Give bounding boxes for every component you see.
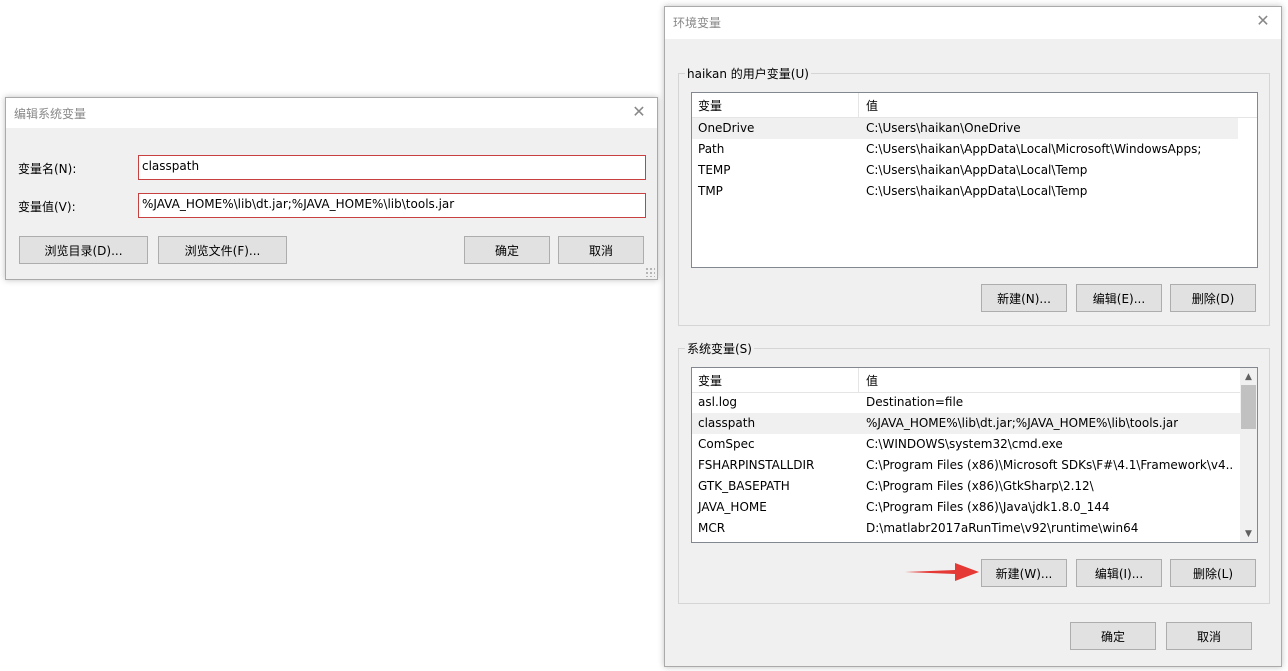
- column-separator: [858, 368, 859, 392]
- edit-variable-dialog: 编辑系统变量 ✕ 变量名(N): classpath 变量值(V): %JAVA…: [5, 97, 658, 280]
- variable-name: JAVA_HOME: [698, 500, 767, 514]
- variable-value: C:\Program Files (x86)\GtkSharp\2.12\: [866, 479, 1094, 493]
- variable-value: C:\Users\haikan\OneDrive: [866, 121, 1021, 135]
- table-row[interactable]: ComSpec C:\WINDOWS\system32\cmd.exe: [692, 434, 1240, 455]
- browse-directory-button[interactable]: 浏览目录(D)...: [19, 236, 148, 264]
- column-header-variable[interactable]: 变量: [698, 372, 722, 389]
- column-header-value[interactable]: 值: [866, 97, 878, 114]
- env-dialog-title: 环境变量: [673, 16, 722, 30]
- user-variables-list[interactable]: 变量 值 OneDrive C:\Users\haikan\OneDrive P…: [691, 92, 1258, 268]
- variable-name: OneDrive: [698, 121, 755, 135]
- close-icon[interactable]: ✕: [629, 101, 649, 121]
- system-variables-group-title: 系统变量(S): [685, 340, 754, 357]
- env-dialog-titlebar: 环境变量 ✕: [665, 7, 1281, 39]
- system-variables-list[interactable]: 变量 值 asl.log Destination=file classpath …: [691, 367, 1258, 543]
- table-row[interactable]: MCR D:\matlabr2017aRunTime\v92\runtime\w…: [692, 518, 1240, 539]
- variable-name: GTK_BASEPATH: [698, 479, 790, 493]
- scroll-up-icon[interactable]: ▲: [1240, 368, 1257, 385]
- variable-value: C:\Users\haikan\AppData\Local\Temp: [866, 163, 1088, 177]
- variable-name: FSHARPINSTALLDIR: [698, 458, 815, 472]
- table-row[interactable]: GTK_BASEPATH C:\Program Files (x86)\GtkS…: [692, 476, 1240, 497]
- scrollbar-thumb[interactable]: [1241, 385, 1256, 429]
- user-new-button[interactable]: 新建(N)...: [981, 284, 1067, 312]
- variable-name: asl.log: [698, 395, 738, 409]
- variable-name: MCR: [698, 521, 726, 535]
- edit-dialog-title: 编辑系统变量: [14, 107, 87, 121]
- arrow-icon: [905, 563, 979, 581]
- env-dialog-ok-button[interactable]: 确定: [1070, 622, 1156, 650]
- column-header-value[interactable]: 值: [866, 372, 878, 389]
- variable-name: TMP: [698, 184, 723, 198]
- variable-name-input[interactable]: classpath: [138, 155, 646, 180]
- edit-dialog-cancel-button[interactable]: 取消: [558, 236, 644, 264]
- resize-grip-icon[interactable]: [645, 267, 655, 277]
- column-header-variable[interactable]: 变量: [698, 97, 722, 114]
- environment-variables-dialog: 环境变量 ✕ haikan 的用户变量(U) 变量 值 OneDrive C:\…: [664, 6, 1282, 667]
- vertical-scrollbar[interactable]: ▲ ▼: [1240, 368, 1257, 542]
- variable-value: C:\WINDOWS\system32\cmd.exe: [866, 437, 1063, 451]
- table-row[interactable]: classpath %JAVA_HOME%\lib\dt.jar;%JAVA_H…: [692, 413, 1240, 434]
- variable-name: classpath: [698, 416, 756, 430]
- table-row[interactable]: asl.log Destination=file: [692, 392, 1240, 413]
- variable-name: TEMP: [698, 163, 731, 177]
- variable-value: Destination=file: [866, 395, 964, 409]
- variable-value: C:\Program Files (x86)\Java\jdk1.8.0_144: [866, 500, 1110, 514]
- variable-name: ComSpec: [698, 437, 755, 451]
- table-row[interactable]: OneDrive C:\Users\haikan\OneDrive: [692, 118, 1238, 139]
- table-row[interactable]: Path C:\Users\haikan\AppData\Local\Micro…: [692, 139, 1238, 160]
- variable-value: C:\Program Files (x86)\Microsoft SDKs\F#…: [866, 458, 1234, 472]
- variable-name: Path: [698, 142, 725, 156]
- list-header: 变量 值: [692, 368, 1257, 393]
- variable-value: %JAVA_HOME%\lib\dt.jar;%JAVA_HOME%\lib\t…: [866, 416, 1179, 430]
- table-row[interactable]: FSHARPINSTALLDIR C:\Program Files (x86)\…: [692, 455, 1240, 476]
- table-row[interactable]: JAVA_HOME C:\Program Files (x86)\Java\jd…: [692, 497, 1240, 518]
- variable-value: D:\matlabr2017aRunTime\v92\runtime\win64: [866, 521, 1139, 535]
- variable-value-label: 变量值(V):: [18, 200, 76, 214]
- system-edit-button[interactable]: 编辑(I)...: [1076, 559, 1162, 587]
- close-icon[interactable]: ✕: [1253, 10, 1273, 30]
- list-header: 变量 值: [692, 93, 1257, 118]
- edit-dialog-ok-button[interactable]: 确定: [464, 236, 550, 264]
- env-dialog-cancel-button[interactable]: 取消: [1166, 622, 1252, 650]
- scroll-down-icon[interactable]: ▼: [1240, 525, 1257, 542]
- user-delete-button[interactable]: 删除(D): [1170, 284, 1256, 312]
- browse-file-button[interactable]: 浏览文件(F)...: [158, 236, 287, 264]
- table-row[interactable]: TEMP C:\Users\haikan\AppData\Local\Temp: [692, 160, 1238, 181]
- variable-value: C:\Users\haikan\AppData\Local\Microsoft\…: [866, 142, 1202, 156]
- table-row[interactable]: TMP C:\Users\haikan\AppData\Local\Temp: [692, 181, 1238, 202]
- variable-value: C:\Users\haikan\AppData\Local\Temp: [866, 184, 1088, 198]
- system-delete-button[interactable]: 删除(L): [1170, 559, 1256, 587]
- variable-value-input[interactable]: %JAVA_HOME%\lib\dt.jar;%JAVA_HOME%\lib\t…: [138, 193, 646, 218]
- user-edit-button[interactable]: 编辑(E)...: [1076, 284, 1162, 312]
- user-variables-group-title: haikan 的用户变量(U): [685, 65, 811, 82]
- system-new-button[interactable]: 新建(W)...: [981, 559, 1067, 587]
- edit-dialog-titlebar: 编辑系统变量 ✕: [6, 98, 657, 128]
- variable-name-label: 变量名(N):: [18, 162, 77, 176]
- column-separator: [858, 93, 859, 117]
